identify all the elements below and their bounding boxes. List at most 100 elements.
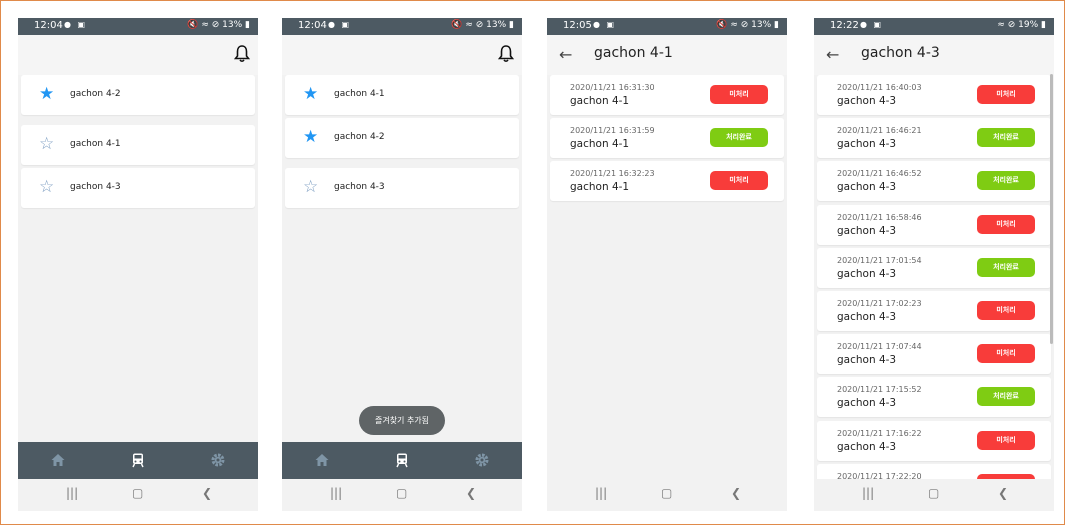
status-time: 12:22 bbox=[830, 20, 859, 31]
gear-icon[interactable] bbox=[210, 452, 226, 468]
status-badge[interactable]: 미처리 bbox=[710, 85, 768, 104]
home-circle-icon[interactable]: ▢ bbox=[132, 486, 143, 500]
status-badge[interactable]: 처리완료 bbox=[977, 257, 1035, 277]
notification-icons: ● ▣ bbox=[64, 20, 88, 29]
back-chevron-icon[interactable]: ❮ bbox=[998, 486, 1008, 500]
favorite-label: gachon 4-2 bbox=[70, 89, 121, 99]
app-bar: ← gachon 4-3 bbox=[814, 35, 1054, 75]
status-time: 12:04 bbox=[298, 20, 327, 31]
record-row[interactable]: 2020/11/21 17:16:22 gachon 4-3 미처리 bbox=[817, 420, 1051, 461]
status-badge[interactable]: 처리완료 bbox=[710, 128, 768, 148]
record-row[interactable]: 2020/11/21 16:31:59 gachon 4-1 처리완료 bbox=[550, 118, 784, 159]
gear-icon[interactable] bbox=[474, 452, 490, 468]
screen-favorites-2: 12:04 ● ▣ 🔇 ≈ ⊘ 13% ▮ ★ gachon 4-1 ★ gac… bbox=[282, 18, 522, 511]
star-filled-icon[interactable]: ★ bbox=[303, 84, 318, 104]
back-chevron-icon[interactable]: ❮ bbox=[731, 486, 741, 500]
bottom-navigation bbox=[18, 442, 258, 479]
record-row[interactable]: 2020/11/21 16:58:46 gachon 4-3 미처리 bbox=[817, 204, 1051, 245]
record-name: gachon 4-3 bbox=[837, 267, 897, 280]
record-row[interactable]: 2020/11/21 17:15:52 gachon 4-3 처리완료 bbox=[817, 377, 1051, 418]
system-navigation-bar: ||| ▢ ❮ bbox=[547, 479, 787, 511]
record-row[interactable]: 2020/11/21 17:02:23 gachon 4-3 미처리 bbox=[817, 291, 1051, 331]
home-circle-icon[interactable]: ▢ bbox=[396, 486, 407, 500]
star-filled-icon[interactable]: ★ bbox=[303, 127, 318, 147]
star-filled-icon[interactable]: ★ bbox=[39, 84, 54, 104]
page-title: gachon 4-3 bbox=[861, 45, 940, 61]
status-badge[interactable]: 미처리 bbox=[710, 171, 768, 191]
recent-apps-icon[interactable]: ||| bbox=[595, 486, 607, 500]
favorite-item[interactable]: ★ gachon 4-2 bbox=[21, 75, 255, 115]
toast-message: 즐겨찾기 추가됨 bbox=[359, 406, 445, 435]
favorite-item[interactable]: ☆ gachon 4-3 bbox=[285, 168, 519, 208]
record-row[interactable]: 2020/11/21 17:07:44 gachon 4-3 미처리 bbox=[817, 334, 1051, 375]
favorite-item[interactable]: ★ gachon 4-2 bbox=[285, 118, 519, 158]
status-badge[interactable]: 처리완료 bbox=[977, 128, 1035, 148]
home-icon[interactable] bbox=[50, 452, 66, 468]
app-bar: ← gachon 4-1 bbox=[547, 35, 787, 75]
status-badge[interactable]: 미처리 bbox=[977, 301, 1035, 320]
bell-icon[interactable] bbox=[498, 45, 514, 63]
record-date: 2020/11/21 17:02:23 bbox=[837, 299, 922, 308]
record-row[interactable]: 2020/11/21 16:32:23 gachon 4-1 미처리 bbox=[550, 161, 784, 202]
back-chevron-icon[interactable]: ❮ bbox=[466, 486, 476, 500]
record-name: gachon 4-3 bbox=[837, 397, 897, 410]
notification-icons: ● ▣ bbox=[328, 20, 352, 29]
bell-icon[interactable] bbox=[234, 45, 250, 63]
record-name: gachon 4-3 bbox=[837, 440, 897, 453]
favorite-label: gachon 4-1 bbox=[334, 89, 385, 99]
record-row[interactable]: 2020/11/21 16:40:03 gachon 4-3 미처리 bbox=[817, 75, 1051, 115]
record-name: gachon 4-3 bbox=[837, 181, 897, 194]
back-arrow-icon[interactable]: ← bbox=[559, 45, 572, 64]
record-name: gachon 4-1 bbox=[570, 181, 630, 194]
back-arrow-icon[interactable]: ← bbox=[826, 45, 839, 64]
home-icon[interactable] bbox=[314, 452, 330, 468]
record-row[interactable]: 2020/11/21 17:01:54 gachon 4-3 처리완료 bbox=[817, 247, 1051, 288]
battery-level: 13% bbox=[751, 20, 772, 30]
record-name: gachon 4-3 bbox=[837, 354, 897, 367]
record-name: gachon 4-3 bbox=[837, 311, 897, 323]
back-chevron-icon[interactable]: ❮ bbox=[202, 486, 212, 500]
status-badge[interactable]: 처리완료 bbox=[977, 387, 1035, 407]
home-circle-icon[interactable]: ▢ bbox=[928, 486, 939, 500]
record-row[interactable]: 2020/11/21 16:46:52 gachon 4-3 처리완료 bbox=[817, 161, 1051, 202]
screen-favorites-1: 12:04 ● ▣ 🔇 ≈ ⊘ 13% ▮ ★ gachon 4-2 ☆ gac… bbox=[18, 18, 258, 511]
record-date: 2020/11/21 17:16:22 bbox=[837, 428, 922, 438]
status-badge[interactable]: 미처리 bbox=[977, 430, 1035, 450]
star-outline-icon[interactable]: ☆ bbox=[39, 134, 54, 154]
record-name: gachon 4-1 bbox=[570, 138, 630, 151]
status-badge[interactable]: 처리완료 bbox=[977, 171, 1035, 191]
record-name: gachon 4-1 bbox=[570, 95, 630, 107]
recent-apps-icon[interactable]: ||| bbox=[66, 486, 78, 500]
battery-level: 19% bbox=[1018, 20, 1039, 30]
record-date: 2020/11/21 17:15:52 bbox=[837, 385, 922, 395]
battery-level: 13% bbox=[222, 20, 243, 30]
scrollbar[interactable] bbox=[1050, 74, 1053, 344]
record-date: 2020/11/21 16:31:59 bbox=[570, 126, 655, 136]
recent-apps-icon[interactable]: ||| bbox=[330, 486, 342, 500]
favorite-item[interactable]: ★ gachon 4-1 bbox=[285, 75, 519, 115]
status-bar: 12:22 ● ▣ ≈ ⊘ 19% ▮ bbox=[814, 18, 1054, 35]
favorite-item[interactable]: ☆ gachon 4-1 bbox=[21, 125, 255, 165]
favorite-label: gachon 4-3 bbox=[70, 182, 121, 192]
status-badge[interactable]: 미처리 bbox=[977, 344, 1035, 364]
record-date: 2020/11/21 16:32:23 bbox=[570, 169, 655, 179]
system-status-icons: ≈ ⊘ 19% ▮ bbox=[997, 20, 1046, 30]
star-outline-icon[interactable]: ☆ bbox=[303, 177, 318, 197]
recent-apps-icon[interactable]: ||| bbox=[862, 486, 874, 500]
status-badge[interactable]: 미처리 bbox=[977, 85, 1035, 104]
screen-records-gachon-4-3: 12:22 ● ▣ ≈ ⊘ 19% ▮ ← gachon 4-3 2020/11… bbox=[814, 18, 1054, 511]
status-time: 12:05 bbox=[563, 20, 592, 31]
favorite-item[interactable]: ☆ gachon 4-3 bbox=[21, 168, 255, 208]
system-navigation-bar: ||| ▢ ❮ bbox=[814, 479, 1054, 511]
record-row[interactable]: 2020/11/21 16:31:30 gachon 4-1 미처리 bbox=[550, 75, 784, 115]
record-row[interactable]: 2020/11/21 16:46:21 gachon 4-3 처리완료 bbox=[817, 118, 1051, 159]
train-icon[interactable] bbox=[130, 452, 146, 468]
star-outline-icon[interactable]: ☆ bbox=[39, 177, 54, 197]
app-bar bbox=[18, 35, 258, 75]
train-icon[interactable] bbox=[394, 452, 410, 468]
system-status-icons: 🔇 ≈ ⊘ 13% ▮ bbox=[716, 20, 779, 30]
status-badge[interactable]: 미처리 bbox=[977, 214, 1035, 234]
status-bar: 12:05 ● ▣ 🔇 ≈ ⊘ 13% ▮ bbox=[547, 18, 787, 35]
home-circle-icon[interactable]: ▢ bbox=[661, 486, 672, 500]
record-date: 2020/11/21 16:46:21 bbox=[837, 126, 922, 136]
